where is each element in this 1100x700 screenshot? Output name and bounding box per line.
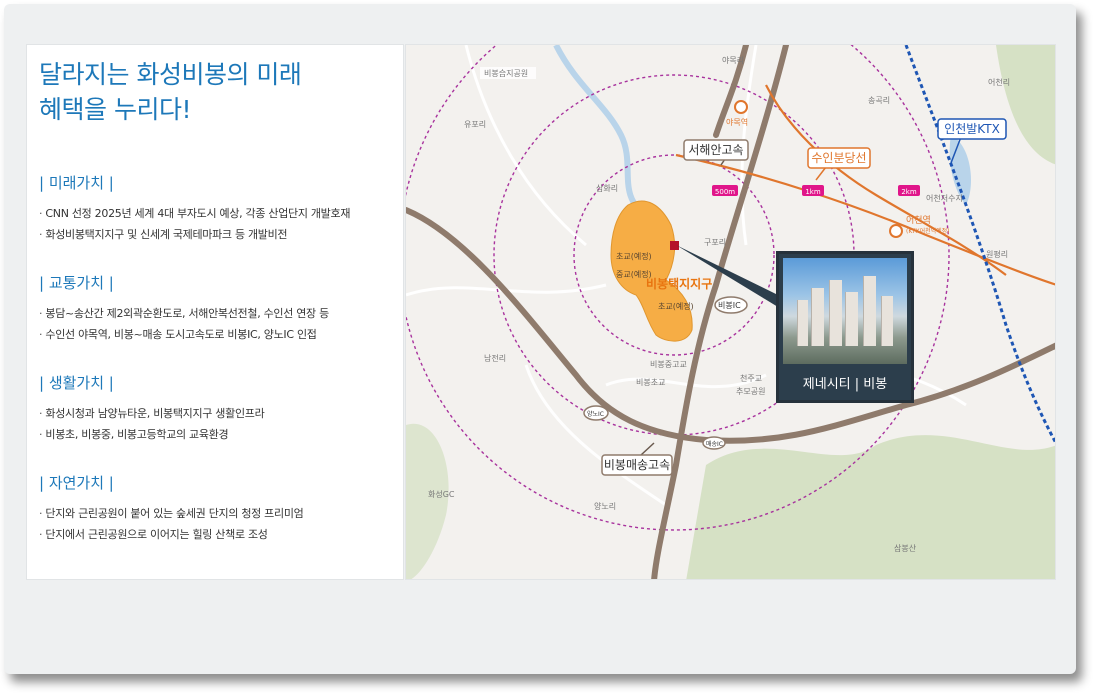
- section-title: | 미래가치 |: [39, 174, 114, 192]
- badge-2km: 2km: [898, 185, 920, 196]
- callout-maesong-label: 비봉매송고속: [604, 458, 670, 472]
- label-bibong-elem: 비봉초교: [636, 378, 665, 387]
- section-transport-value: | 교통가치 | 봉담~송산간 제2외곽순환도로, 서해안복선전철, 수인선 연…: [39, 273, 399, 345]
- forest-area-right: [996, 45, 1055, 165]
- label-yangno-ic: 양노IC: [587, 410, 604, 418]
- complex-photo: [783, 258, 907, 364]
- label-chumo-park: 추모공원: [736, 387, 765, 396]
- badge-1km-label: 1km: [805, 188, 821, 196]
- badge-1km: 1km: [802, 185, 824, 196]
- map-canvas: 서해안고속 수인분당선 인천발KTX 비봉매송고속 500m 1km 2km 비…: [406, 45, 1055, 579]
- label-bibong-wetland-park: 비봉습지공원: [484, 69, 528, 78]
- complex-callout: 제네시티 | 비봉: [776, 251, 914, 403]
- section-living-value: | 생활가치 | 화성시청과 남양뉴타운, 비봉택지지구 생활인프라 비봉초, …: [39, 373, 399, 445]
- label-eocheon-station: 어천역: [906, 215, 931, 226]
- label-sambongsan: 삼봉산: [894, 543, 917, 553]
- label-bibong-mid-high: 비봉중고교: [650, 360, 687, 369]
- callout-seohaean: 서해안고속: [683, 139, 749, 166]
- callout-ktx-label: 인천발KTX: [944, 121, 1000, 136]
- location-map: 서해안고속 수인분당선 인천발KTX 비봉매송고속 500m 1km 2km 비…: [405, 44, 1056, 580]
- headline: 달라지는 화성비봉의 미래 혜택을 누리다!: [39, 57, 389, 127]
- label-hwaseong-gc: 화성GC: [428, 490, 455, 499]
- section-title: | 교통가치 |: [39, 274, 114, 292]
- section-future-value: | 미래가치 | CNN 선정 2025년 세계 4대 부자도시 예상, 각종 …: [39, 173, 399, 245]
- list-item: 봉담~송산간 제2외곽순환도로, 서해안복선전철, 수인선 연장 등: [39, 303, 399, 324]
- label-songgokri: 송곡리: [868, 96, 890, 105]
- info-panel: 달라지는 화성비봉의 미래 혜택을 누리다! | 미래가치 | CNN 선정 2…: [26, 44, 404, 580]
- label-eocheonri: 어천리: [988, 77, 1010, 87]
- label-yupori: 유포리: [464, 120, 486, 129]
- headline-line-2: 혜택을 누리다!: [39, 95, 191, 124]
- section-nature-value: | 자연가치 | 단지와 근린공원이 붙어 있는 숲세권 단지의 청정 프리미엄…: [39, 473, 399, 545]
- callout-suin-label: 수인분당선: [811, 151, 866, 165]
- label-samhwari: 삼화리: [596, 183, 618, 193]
- label-cheonjugyo: 천주교: [740, 373, 762, 383]
- complex-name: 제네시티 | 비봉: [802, 377, 888, 392]
- callout-suin: 수인분당선: [807, 147, 871, 181]
- section-title: | 자연가치 |: [39, 474, 114, 492]
- station-eocheon-marker: [889, 224, 903, 238]
- label-eocheon-station-sub: (KTX어천역예정): [906, 227, 950, 235]
- badge-500m-label: 500m: [715, 188, 735, 196]
- list-item: 화성시청과 남양뉴타운, 비봉택지지구 생활인프라: [39, 403, 399, 424]
- label-yamok-station: 야목역: [726, 117, 748, 127]
- label-wonpyeongri: 원평리: [986, 249, 1008, 259]
- station-yamok-marker: [734, 100, 748, 114]
- label-district: 비봉택지지구: [646, 276, 712, 291]
- list-item: 비봉초, 비봉중, 비봉고등학교의 교육환경: [39, 424, 399, 445]
- label-namjeonri: 남전리: [484, 353, 506, 363]
- badge-500m: 500m: [712, 185, 738, 196]
- label-yamokri: 야목리: [722, 55, 744, 65]
- label-maesong-ic: 매송IC: [706, 440, 723, 448]
- badge-2km-label: 2km: [901, 188, 917, 196]
- list-item: CNN 선정 2025년 세계 4대 부자도시 예상, 각종 산업단지 개발호재: [39, 203, 399, 224]
- site-marker: [670, 241, 679, 250]
- callout-maesong: 비봉매송고속: [601, 442, 673, 476]
- forest-area-bottom: [686, 435, 1055, 579]
- label-gupori: 구포리: [704, 238, 726, 247]
- section-title: | 생활가치 |: [39, 374, 114, 392]
- list-item: 화성비봉택지지구 및 신세계 국제테마파크 등 개발비전: [39, 224, 399, 245]
- label-yangnori: 양노리: [594, 502, 616, 511]
- list-item: 단지와 근린공원이 붙어 있는 숲세권 단지의 청정 프리미엄: [39, 503, 399, 524]
- label-eocheon-reservoir: 어천저수지: [926, 193, 963, 203]
- list-item: 수인선 야목역, 비봉~매송 도시고속도로 비봉IC, 양노IC 인접: [39, 324, 399, 345]
- label-school-elem-1: 초교(예정): [616, 251, 652, 261]
- callout-seohaean-label: 서해안고속: [688, 143, 743, 157]
- label-school-elem-2: 초교(예정): [658, 301, 694, 311]
- label-bibong-ic: 비봉IC: [718, 301, 741, 310]
- headline-line-1: 달라지는 화성비봉의 미래: [39, 60, 302, 89]
- forest-area-left: [406, 423, 449, 579]
- list-item: 단지에서 근린공원으로 이어지는 힐링 산책로 조성: [39, 524, 399, 545]
